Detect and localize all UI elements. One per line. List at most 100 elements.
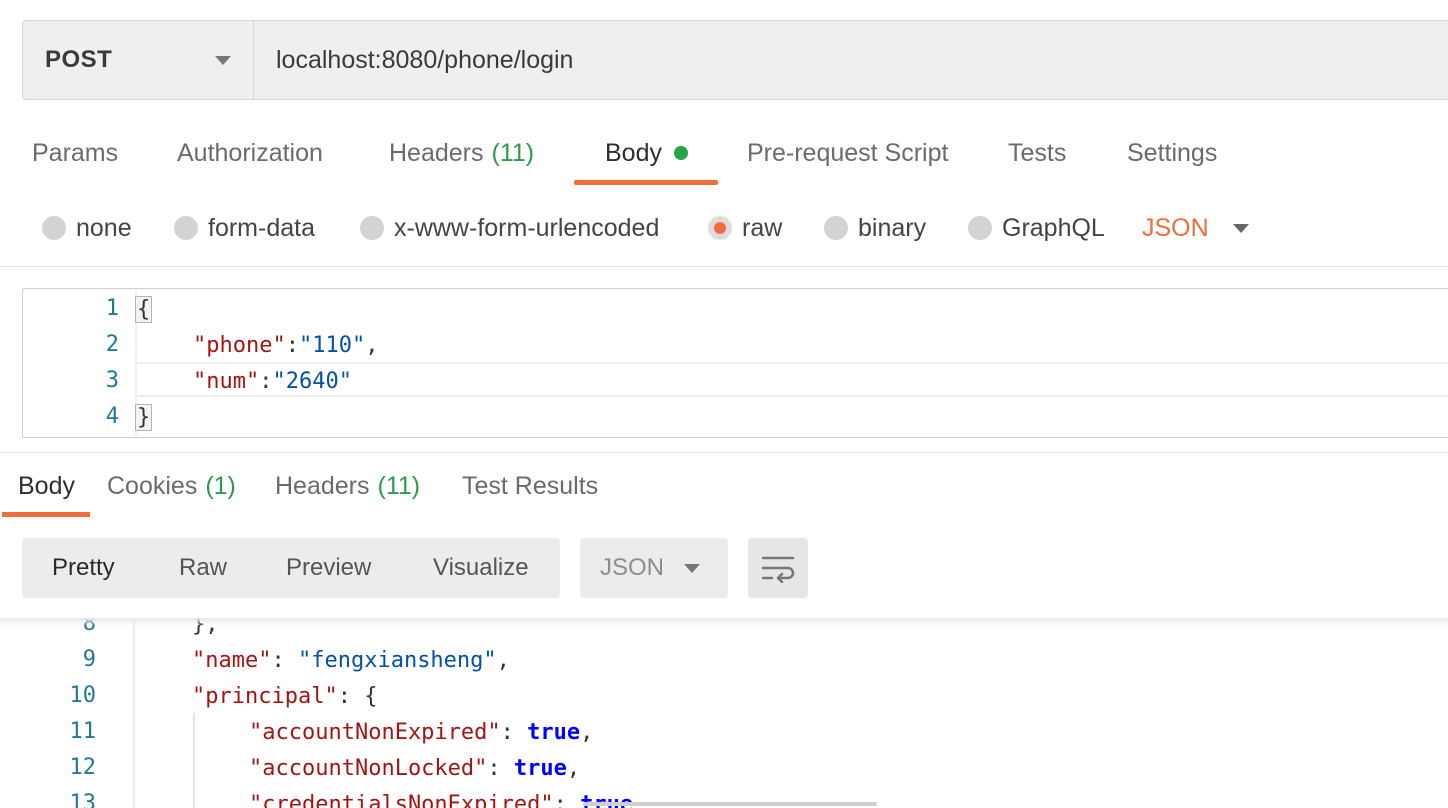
response-tabs: Body Cookies (1) Headers (11) Test Resul… — [0, 456, 1448, 516]
tab-prerequest-label: Pre-request Script — [747, 138, 949, 167]
radio-raw[interactable]: raw — [708, 198, 782, 258]
request-tabs: Params Authorization Headers (11) Body P… — [0, 120, 1448, 186]
line-number: 11 — [69, 719, 97, 744]
method-select[interactable]: POST — [23, 21, 254, 99]
radio-graphql-label: GraphQL — [1002, 213, 1105, 242]
json-key: "principal" — [192, 683, 338, 709]
code-line: { — [135, 291, 153, 327]
json-string: "fengxiansheng" — [297, 647, 497, 673]
method-label: POST — [45, 46, 113, 73]
tab-prerequest-script[interactable]: Pre-request Script — [747, 120, 948, 186]
radio-selected-icon — [708, 216, 732, 240]
tab-headers-label: Headers — [389, 138, 484, 167]
response-tab-test-results[interactable]: Test Results — [462, 456, 598, 516]
radio-form-data[interactable]: form-data — [174, 198, 315, 258]
response-tab-cookies-label: Cookies — [107, 471, 198, 500]
active-response-tab-indicator — [2, 512, 90, 517]
json-key: "num" — [193, 368, 260, 394]
line-number: 4 — [105, 404, 119, 429]
radio-form-data-label: form-data — [208, 213, 315, 242]
tab-params[interactable]: Params — [32, 120, 118, 186]
view-raw-button[interactable]: Raw — [179, 538, 227, 598]
radio-raw-label: raw — [742, 213, 783, 242]
wrap-lines-button[interactable] — [748, 538, 808, 598]
tab-body-label: Body — [605, 138, 662, 167]
radio-urlencoded-label: x-www-form-urlencoded — [394, 213, 660, 242]
line-number: 9 — [82, 647, 96, 672]
code-line: "credentialsNonExpired": true — [249, 786, 633, 808]
postman-request-view: POST Params Authorization Headers (11) B… — [0, 0, 1448, 808]
view-visualize-button[interactable]: Visualize — [433, 538, 529, 598]
response-body-viewer[interactable]: 8 9 10 11 12 13 }, "name": "fengxianshen… — [0, 618, 1448, 808]
tab-settings[interactable]: Settings — [1127, 120, 1217, 186]
code-line: "num": "2640" — [193, 368, 352, 394]
json-boolean: true — [513, 755, 567, 781]
radio-none[interactable]: none — [42, 198, 132, 258]
radio-binary[interactable]: binary — [824, 198, 926, 258]
response-headers-count-badge: (11) — [377, 471, 421, 500]
json-string: "110" — [298, 332, 366, 358]
json-string: "2640" — [272, 368, 352, 394]
tab-params-label: Params — [32, 138, 119, 167]
modified-dot-icon — [673, 146, 688, 160]
view-preview-label: Preview — [286, 554, 372, 581]
radio-circle-icon — [968, 216, 992, 240]
chevron-down-icon — [684, 563, 700, 573]
wrap-lines-icon — [761, 556, 795, 583]
response-tab-body[interactable]: Body — [18, 456, 75, 516]
divider — [0, 452, 1448, 453]
response-tab-cookies[interactable]: Cookies (1) — [107, 456, 236, 516]
line-number: 13 — [69, 791, 97, 808]
line-number: 10 — [69, 683, 97, 708]
url-input[interactable] — [254, 21, 1448, 99]
close-brace: } — [135, 403, 153, 431]
response-tab-headers[interactable]: Headers (11) — [275, 456, 420, 516]
line-number: 2 — [105, 332, 119, 357]
code-line: "principal": { — [192, 683, 378, 709]
view-preview-button[interactable]: Preview — [286, 538, 371, 598]
response-format-label: JSON — [600, 554, 665, 581]
horizontal-scrollbar[interactable] — [583, 802, 877, 806]
json-key: "credentialsNonExpired" — [249, 791, 554, 808]
radio-graphql[interactable]: GraphQL — [968, 198, 1105, 258]
tab-tests[interactable]: Tests — [1008, 120, 1066, 186]
response-tab-test-results-label: Test Results — [462, 471, 599, 500]
response-format-select[interactable]: JSON — [580, 538, 728, 598]
radio-circle-icon — [42, 216, 66, 240]
line-number: 3 — [105, 368, 119, 393]
code-line: "accountNonExpired": true, — [249, 719, 594, 745]
tab-headers[interactable]: Headers (11) — [389, 120, 534, 186]
request-body-editor[interactable]: 1 2 3 4 { "phone": "110", "num": "2640" } — [22, 288, 1448, 438]
code-line: } — [135, 399, 153, 435]
active-tab-indicator — [574, 180, 718, 185]
code-line: "name": "fengxiansheng", — [192, 647, 510, 673]
view-pretty-button[interactable]: Pretty — [52, 538, 115, 598]
json-key: "phone" — [193, 332, 286, 358]
cookies-count-badge: (1) — [205, 471, 236, 500]
tab-settings-label: Settings — [1127, 138, 1218, 167]
response-view-mode: Pretty Raw Preview Visualize — [22, 538, 560, 598]
chevron-down-icon — [215, 55, 231, 65]
radio-none-label: none — [76, 213, 132, 242]
request-bar: POST — [22, 20, 1448, 100]
tab-body[interactable]: Body — [605, 120, 688, 186]
radio-circle-icon — [174, 216, 198, 240]
scroll-shadow — [0, 618, 1448, 626]
view-visualize-label: Visualize — [433, 554, 529, 581]
open-brace: { — [135, 295, 153, 323]
radio-binary-label: binary — [858, 213, 927, 242]
line-number: 1 — [105, 296, 119, 321]
body-language-select[interactable]: JSON — [1142, 198, 1249, 258]
divider — [0, 266, 1448, 267]
response-tab-headers-label: Headers — [275, 471, 370, 500]
json-key: "accountNonExpired" — [249, 719, 501, 745]
tab-authorization[interactable]: Authorization — [177, 120, 323, 186]
json-key: "accountNonLocked" — [249, 755, 488, 781]
chevron-down-icon — [1232, 223, 1249, 233]
line-number: 12 — [69, 755, 97, 780]
json-boolean: true — [527, 719, 581, 745]
view-raw-label: Raw — [179, 554, 228, 581]
code-line: "accountNonLocked": true, — [249, 755, 581, 781]
headers-count-badge: (11) — [491, 138, 535, 167]
radio-urlencoded[interactable]: x-www-form-urlencoded — [360, 198, 659, 258]
